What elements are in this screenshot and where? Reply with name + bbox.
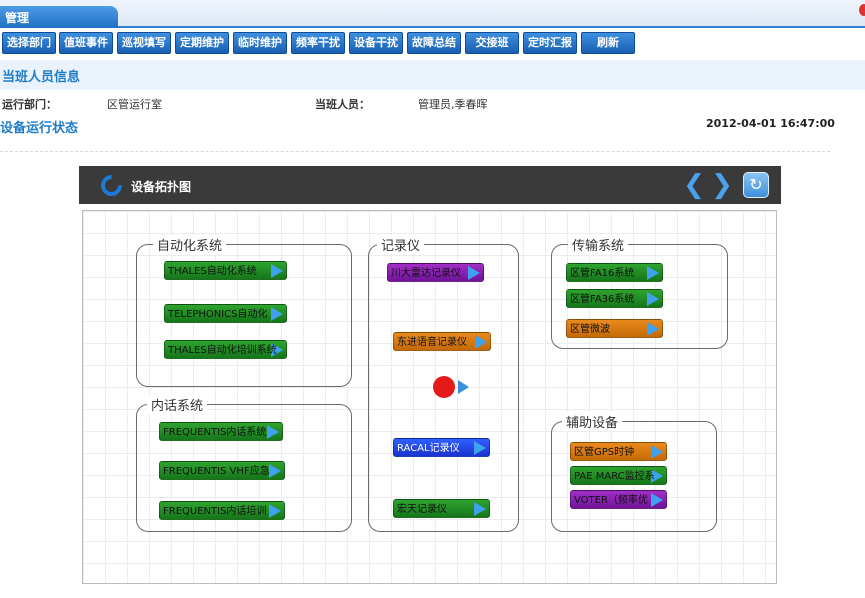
play-icon [269, 504, 281, 518]
divider [0, 151, 830, 152]
duty-event-button[interactable]: 值班事件 [59, 32, 113, 54]
device-label: 川大雷达记录仪 [391, 268, 461, 279]
device-fa36[interactable]: 区管FA36系统 [566, 289, 663, 308]
device-label: THALES自动化系统 [168, 266, 257, 277]
tab-bar: 管理 [0, 0, 865, 28]
device-racal-recorder[interactable]: RACAL记录仪 [393, 438, 490, 457]
group-label: 内话系统 [147, 395, 208, 414]
tab-manage[interactable]: 管理 [0, 6, 118, 28]
group-automation: 自动化系统 THALES自动化系统 TELEPHONICS自动化 THALES自… [136, 235, 352, 387]
play-icon [474, 502, 486, 516]
device-label: FREQUENTIS VHF应急 [163, 466, 270, 477]
group-aux: 辅助设备 区管GPS时钟 PAE MARC监控系 VOTER（频率优 [551, 412, 717, 532]
device-frequentis-vhf[interactable]: FREQUENTIS VHF应急 [159, 461, 285, 480]
device-thales-automation[interactable]: THALES自动化系统 [164, 261, 287, 280]
device-label: RACAL记录仪 [397, 443, 460, 454]
device-fa16[interactable]: 区管FA16系统 [566, 263, 663, 282]
temp-maint-button[interactable]: 临时维护 [233, 32, 287, 54]
device-label: TELEPHONICS自动化 [168, 309, 268, 320]
play-icon [647, 266, 659, 280]
select-dept-button[interactable]: 选择部门 [2, 32, 56, 54]
device-label: PAE MARC监控系 [574, 471, 655, 482]
group-intercom: 内话系统 FREQUENTIS内话系统 FREQUENTIS VHF应急 FRE… [136, 395, 352, 532]
device-label: 宏天记录仪 [397, 504, 447, 515]
device-microwave[interactable]: 区管微波 [566, 319, 663, 338]
staff-label: 当班人员： [315, 98, 370, 111]
play-icon [651, 445, 663, 459]
alarm-indicator-icon[interactable] [433, 376, 455, 398]
play-icon [271, 264, 283, 278]
device-sichuan-radar-recorder[interactable]: 川大雷达记录仪 [387, 263, 484, 282]
device-label: 区管FA36系统 [570, 294, 635, 305]
group-recorder: 记录仪 川大雷达记录仪 东进语音记录仪 RACAL记录仪 宏天记录仪 [368, 235, 519, 532]
device-hongtian-recorder[interactable]: 宏天记录仪 [393, 499, 490, 518]
dept-label: 运行部门： [2, 98, 57, 111]
group-label: 记录仪 [377, 235, 425, 254]
back-refresh-icon[interactable]: ↻ [743, 172, 769, 198]
device-label: THALES自动化培训系统 [168, 345, 277, 356]
device-gps-clock[interactable]: 区管GPS时钟 [570, 442, 667, 461]
play-icon [271, 307, 283, 321]
play-icon [651, 493, 663, 507]
device-label: FREQUENTIS内话系统 [163, 427, 267, 438]
duty-info-title: 当班人员信息 [0, 60, 865, 90]
device-label: 区管GPS时钟 [574, 447, 635, 458]
next-arrow-icon[interactable]: ❯ [710, 172, 734, 198]
device-label: 区管微波 [570, 324, 610, 335]
play-icon [269, 464, 281, 478]
toolbar: 选择部门 值班事件 巡视填写 定期维护 临时维护 频率干扰 设备干扰 故障总结 … [0, 32, 865, 56]
device-label: FREQUENTIS内话培训 [163, 506, 267, 517]
topology-panel: 设备拓扑图 ❮ ❯ ↻ 自动化系统 THALES自动化系统 TELEPHONIC… [79, 166, 781, 594]
play-icon [458, 380, 469, 394]
device-frequentis-training[interactable]: FREQUENTIS内话培训 [159, 501, 285, 520]
play-icon [475, 335, 487, 349]
timed-report-button[interactable]: 定时汇报 [523, 32, 577, 54]
group-transmission: 传输系统 区管FA16系统 区管FA36系统 区管微波 [551, 235, 728, 349]
device-dongjin-voice-recorder[interactable]: 东进语音记录仪 [393, 332, 491, 351]
fault-summary-button[interactable]: 故障总结 [407, 32, 461, 54]
window-close-icon[interactable] [859, 4, 865, 16]
device-voter[interactable]: VOTER（频率优 [570, 490, 667, 509]
topology-logo-icon [96, 170, 127, 201]
topology-canvas: 自动化系统 THALES自动化系统 TELEPHONICS自动化 THALES自… [82, 210, 777, 584]
play-icon [647, 292, 659, 306]
device-interference-button[interactable]: 设备干扰 [349, 32, 403, 54]
handover-button[interactable]: 交接班 [465, 32, 519, 54]
refresh-button[interactable]: 刷新 [581, 32, 635, 54]
freq-interference-button[interactable]: 频率干扰 [291, 32, 345, 54]
play-icon [474, 441, 486, 455]
device-pae-marc[interactable]: PAE MARC监控系 [570, 466, 667, 485]
group-label: 辅助设备 [562, 412, 623, 431]
device-label: 东进语音记录仪 [397, 337, 467, 348]
play-icon [267, 425, 279, 439]
periodic-maint-button[interactable]: 定期维护 [175, 32, 229, 54]
panel-title: 设备拓扑图 [131, 180, 192, 194]
panel-header: 设备拓扑图 ❮ ❯ ↻ [79, 166, 781, 204]
device-telephonics-automation[interactable]: TELEPHONICS自动化 [164, 304, 287, 323]
prev-arrow-icon[interactable]: ❮ [682, 172, 706, 198]
device-status-title: 设备运行状态 [0, 121, 79, 136]
device-thales-training[interactable]: THALES自动化培训系统 [164, 340, 287, 359]
device-frequentis-intercom[interactable]: FREQUENTIS内话系统 [159, 422, 283, 441]
patrol-fill-button[interactable]: 巡视填写 [117, 32, 171, 54]
device-label: 区管FA16系统 [570, 268, 635, 279]
dept-value: 区管运行室 [107, 98, 162, 111]
group-label: 自动化系统 [153, 235, 227, 254]
datetime: 2012-04-01 16:47:00 [706, 117, 835, 130]
group-label: 传输系统 [568, 235, 629, 254]
device-label: VOTER（频率优 [574, 495, 648, 506]
staff-value: 管理员,季春晖 [418, 98, 488, 111]
play-icon [647, 322, 659, 336]
play-icon [468, 266, 480, 280]
